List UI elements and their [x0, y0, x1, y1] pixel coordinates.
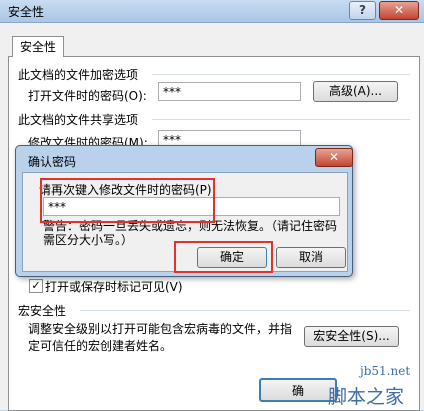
outer-ok-button[interactable]: 确	[259, 378, 337, 402]
help-button[interactable]: ?	[349, 1, 376, 20]
macro-divider	[80, 310, 410, 311]
highlight-box-ok	[174, 241, 273, 273]
outer-window-title: 安全性	[8, 5, 45, 19]
sharing-divider	[152, 119, 410, 120]
dialog-title: 确认密码	[28, 155, 77, 169]
open-password-input[interactable]: ***	[158, 82, 301, 101]
open-password-label: 打开文件时的密码(O):	[28, 89, 147, 103]
encryption-section-title: 此文档的文件加密选项	[18, 68, 139, 82]
sharing-section-title: 此文档的文件共享选项	[18, 113, 139, 127]
encryption-divider	[152, 74, 410, 75]
watermark-site: jb51.net	[360, 364, 411, 378]
tab-security[interactable]: 安全性	[12, 36, 64, 57]
watermark-brand: 脚本之家	[328, 386, 405, 408]
mark-visible-checkbox[interactable]: ✓	[29, 279, 43, 293]
dialog-cancel-button[interactable]: 取消	[276, 247, 346, 268]
outer-close-button[interactable]: ✕	[379, 1, 419, 20]
dialog-close-button[interactable]: ✕	[315, 148, 353, 167]
macro-security-button[interactable]: 宏安全性(S)...	[304, 326, 399, 347]
macro-section-title: 宏安全性	[18, 304, 67, 318]
macro-description: 调整安全级别以打开可能包含宏病毒的文件，并指定可信任的宏创建者姓名。	[28, 322, 293, 353]
mark-visible-label: 打开或保存时标记可见(V)	[45, 280, 183, 294]
highlight-box-prompt	[40, 178, 215, 223]
advanced-button[interactable]: 高级(A)...	[313, 81, 398, 102]
